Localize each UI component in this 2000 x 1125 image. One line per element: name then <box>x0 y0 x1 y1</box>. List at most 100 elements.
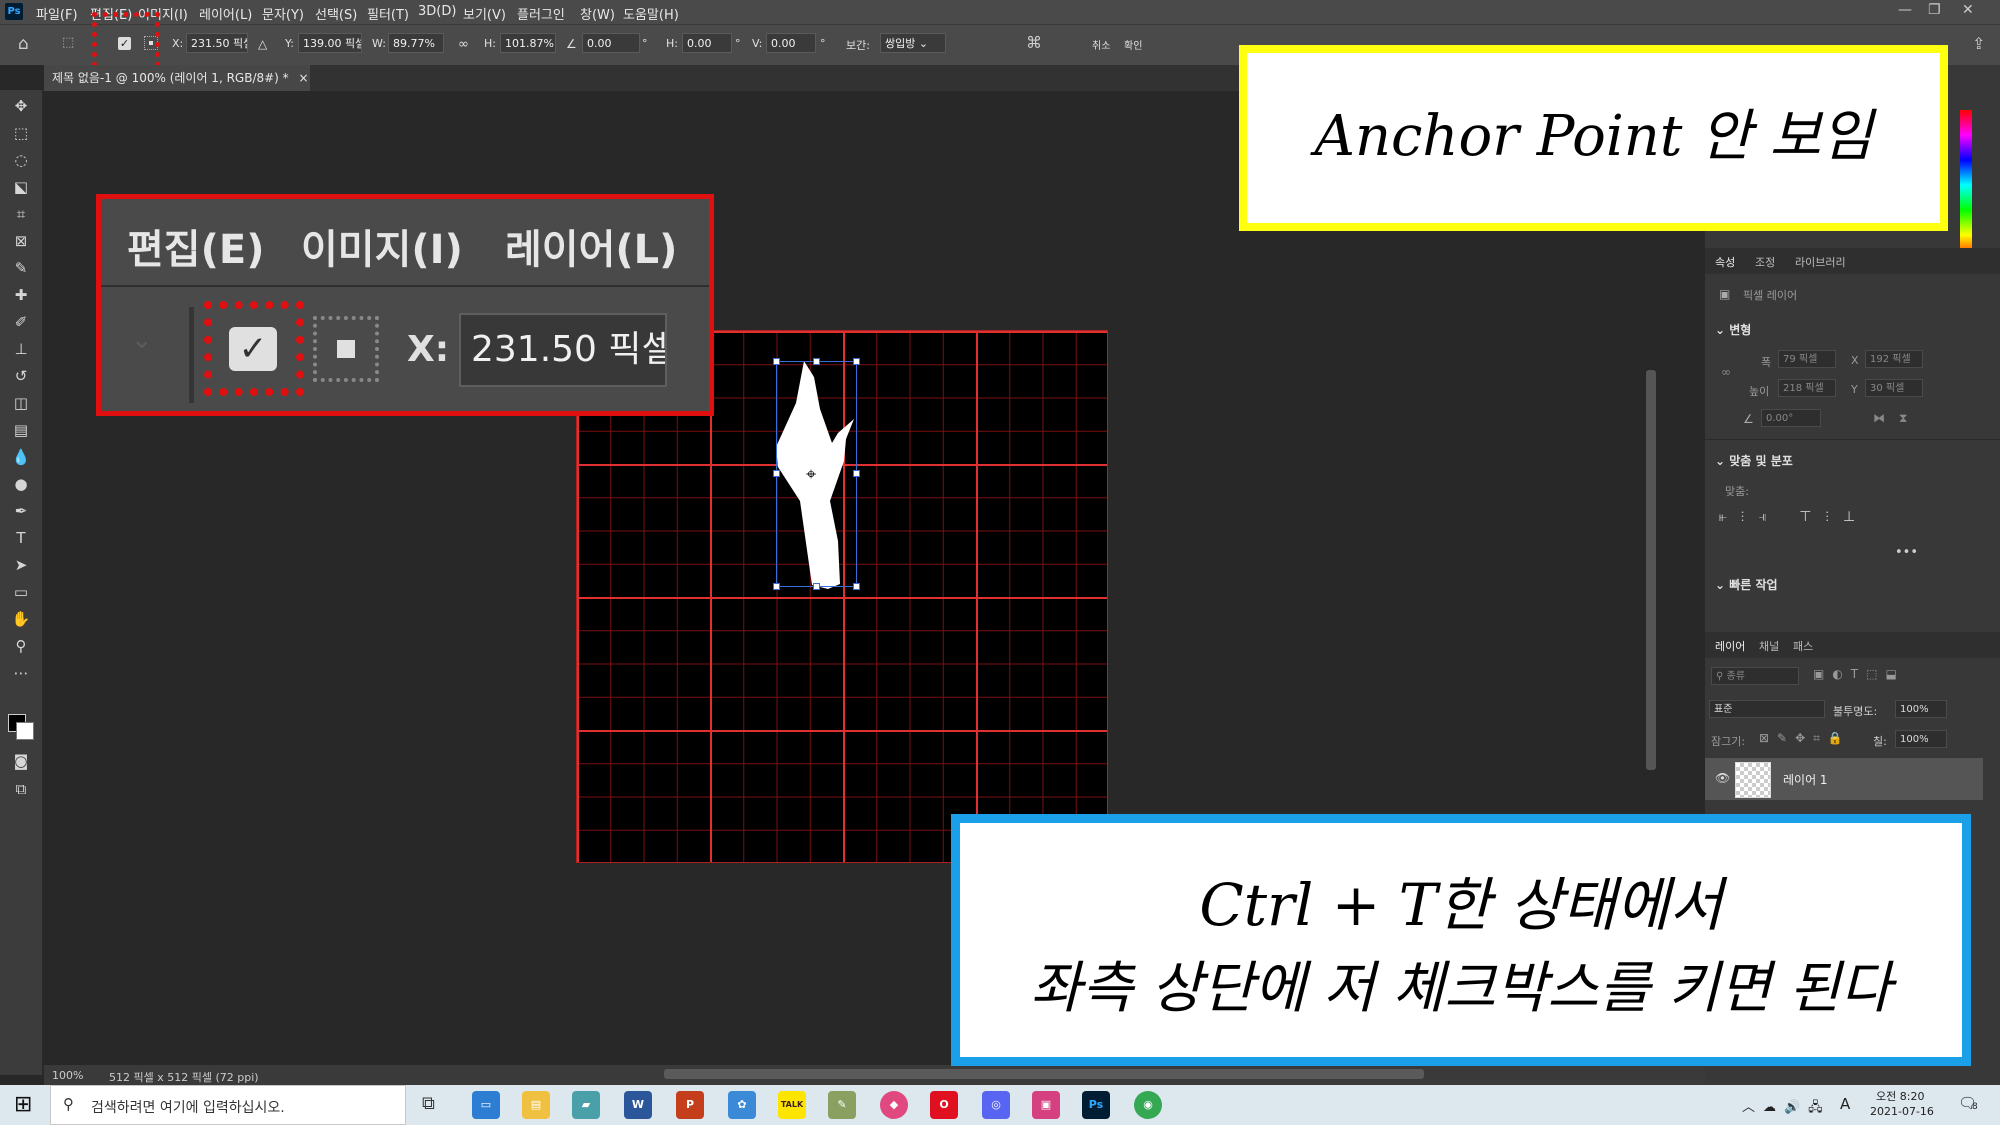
blur-tool-icon[interactable]: 💧 <box>9 446 33 468</box>
gradient-tool-icon[interactable]: ▤ <box>9 419 33 441</box>
lock-icons[interactable]: ⊠✎✥⌗🔒 <box>1759 731 1851 746</box>
transform-bounding-box[interactable] <box>776 361 857 587</box>
w-input[interactable]: 89.77% <box>388 33 444 53</box>
menu-filter[interactable]: 필터(T) <box>367 4 409 23</box>
tab-channels[interactable]: 채널 <box>1759 638 1779 654</box>
tab-paths[interactable]: 패스 <box>1793 638 1813 654</box>
transform-handle-br[interactable] <box>853 583 860 590</box>
interpolation-select[interactable]: 쌍입방 ⌄ <box>880 33 946 53</box>
rectangle-tool-icon[interactable]: ▭ <box>9 581 33 603</box>
type-tool-icon[interactable]: T <box>9 527 33 549</box>
powerpoint-icon[interactable]: P <box>676 1091 704 1119</box>
reference-point-crosshair-icon[interactable]: ⌖ <box>806 464 816 485</box>
path-select-tool-icon[interactable]: ➤ <box>9 554 33 576</box>
menu-window[interactable]: 창(W) <box>580 4 615 23</box>
brush-tool-icon[interactable]: ✐ <box>9 311 33 333</box>
paint-app-icon[interactable]: ✿ <box>728 1091 756 1119</box>
transform-handle-l[interactable] <box>773 470 780 477</box>
close-button[interactable]: ✕ <box>1962 2 1974 18</box>
ime-indicator[interactable]: A <box>1840 1095 1850 1113</box>
marquee-tool-icon[interactable]: ⬚ <box>9 122 33 144</box>
prop-x-field[interactable]: 192 픽셀 <box>1865 350 1923 368</box>
prop-y-field[interactable]: 30 픽셀 <box>1865 379 1923 397</box>
chrome-icon[interactable]: ◉ <box>1134 1091 1162 1119</box>
background-color-swatch[interactable] <box>16 722 34 740</box>
transform-handle-r[interactable] <box>853 470 860 477</box>
minimize-button[interactable]: — <box>1898 2 1912 18</box>
system-tray-icons[interactable]: ︿☁🔊🖧 <box>1742 1096 1831 1120</box>
align-section-title[interactable]: ⌄ 맞춤 및 분포 <box>1715 452 1793 469</box>
kakaotalk-icon[interactable]: TALK <box>778 1091 806 1119</box>
transform-section-title[interactable]: ⌄ 변형 <box>1715 321 1751 338</box>
opacity-field[interactable]: 100% <box>1895 700 1947 718</box>
tab-layers[interactable]: 레이어 <box>1715 638 1745 654</box>
blend-mode-select[interactable]: 표준 <box>1709 700 1825 718</box>
delta-icon[interactable]: △ <box>258 37 267 51</box>
h-input[interactable]: 101.87% <box>500 33 556 53</box>
paint3d-app-icon[interactable]: ✎ <box>828 1091 856 1119</box>
document-tab[interactable]: 제목 없음-1 @ 100% (레이어 1, RGB/8#) * × <box>44 65 310 91</box>
link-dimensions-icon[interactable]: ∞ <box>1721 365 1731 379</box>
quick-mask-icon[interactable]: ◙ <box>9 750 33 772</box>
eyedropper-tool-icon[interactable]: ✎ <box>9 257 33 279</box>
transform-handle-t[interactable] <box>813 358 820 365</box>
horizontal-scrollbar[interactable] <box>664 1069 1424 1079</box>
transform-handle-b[interactable] <box>813 583 820 590</box>
dodge-tool-icon[interactable]: ● <box>9 473 33 495</box>
transform-handle-tr[interactable] <box>853 358 860 365</box>
windows-start-icon[interactable]: ⊞ <box>14 1092 32 1117</box>
menu-help[interactable]: 도움말(H) <box>623 4 679 23</box>
layer-filter-icons[interactable]: ▣◐T⬚⬓ <box>1813 667 1905 681</box>
layer-name[interactable]: 레이어 1 <box>1783 771 1828 788</box>
opera-icon[interactable]: O <box>930 1091 958 1119</box>
menu-file[interactable]: 파일(F) <box>36 4 78 23</box>
stamp-tool-icon[interactable]: ⊥ <box>9 338 33 360</box>
menu-plugins[interactable]: 플러그인 <box>517 4 565 23</box>
vskew-input[interactable]: 0.00 <box>766 33 816 53</box>
prop-angle-field[interactable]: 0.00° <box>1761 409 1821 427</box>
home-icon[interactable]: ⌂ <box>18 34 29 54</box>
word-icon[interactable]: W <box>624 1091 652 1119</box>
layer-row[interactable]: 👁 레이어 1 <box>1705 758 1983 800</box>
zoom-level[interactable]: 100% <box>52 1069 83 1082</box>
hand-tool-icon[interactable]: ✋ <box>9 608 33 630</box>
align-buttons-icon[interactable]: ⫦⫶⫣ ⊤⫶⊥ <box>1719 509 1869 525</box>
zoom-tool-icon[interactable]: ⚲ <box>9 635 33 657</box>
frame-tool-icon[interactable]: ⊠ <box>9 230 33 252</box>
more-align-button[interactable]: ••• <box>1895 545 1918 560</box>
history-brush-tool-icon[interactable]: ↺ <box>9 365 33 387</box>
task-view-icon[interactable]: ⧉ <box>422 1093 435 1114</box>
flip-horizontal-icon[interactable]: ⧓ <box>1873 411 1885 425</box>
more-tools-icon[interactable]: ⋯ <box>9 662 33 684</box>
photoshop-icon[interactable]: Ps <box>1082 1091 1110 1119</box>
discord-icon[interactable]: ◎ <box>982 1091 1010 1119</box>
fill-field[interactable]: 100% <box>1895 730 1947 748</box>
prop-w-field[interactable]: 79 픽셀 <box>1778 350 1836 368</box>
share-icon[interactable]: ⇪ <box>1972 34 1985 53</box>
y-input[interactable]: 139.00 픽셀 <box>298 33 362 53</box>
screen-mode-icon[interactable]: ⧉ <box>9 778 33 800</box>
clock-time[interactable]: 오전 8:20 <box>1876 1088 1924 1104</box>
menu-select[interactable]: 선택(S) <box>315 4 357 23</box>
angle-input[interactable]: 0.00 <box>582 33 640 53</box>
visibility-eye-icon[interactable]: 👁 <box>1715 771 1730 785</box>
vertical-scrollbar[interactable] <box>1646 370 1656 770</box>
move-tool-icon[interactable]: ✥ <box>9 95 33 117</box>
firefox-app-icon[interactable]: ◆ <box>880 1091 908 1119</box>
tab-properties[interactable]: 속성 <box>1715 254 1735 270</box>
object-select-tool-icon[interactable]: ⬕ <box>9 176 33 198</box>
pen-tool-icon[interactable]: ✒ <box>9 500 33 522</box>
transform-handle-bl[interactable] <box>773 583 780 590</box>
link-icon[interactable]: ∞ <box>458 37 469 52</box>
notepad-app-icon[interactable]: ▰ <box>572 1091 600 1119</box>
clock-date[interactable]: 2021-07-16 <box>1870 1105 1934 1118</box>
screen-app-icon[interactable]: ▭ <box>472 1091 500 1119</box>
tab-adjustments[interactable]: 조정 <box>1755 254 1775 270</box>
menu-view[interactable]: 보기(V) <box>463 4 506 23</box>
menu-type[interactable]: 문자(Y) <box>262 4 304 23</box>
warp-icon[interactable]: ⌘ <box>1026 33 1042 52</box>
eraser-tool-icon[interactable]: ◫ <box>9 392 33 414</box>
taskbar-search-box[interactable]: ⚲ 검색하려면 여기에 입력하십시오. <box>50 1085 406 1125</box>
hskew-input[interactable]: 0.00 <box>682 33 732 53</box>
layer-filter-input[interactable]: ⚲ 종류 <box>1711 667 1799 685</box>
